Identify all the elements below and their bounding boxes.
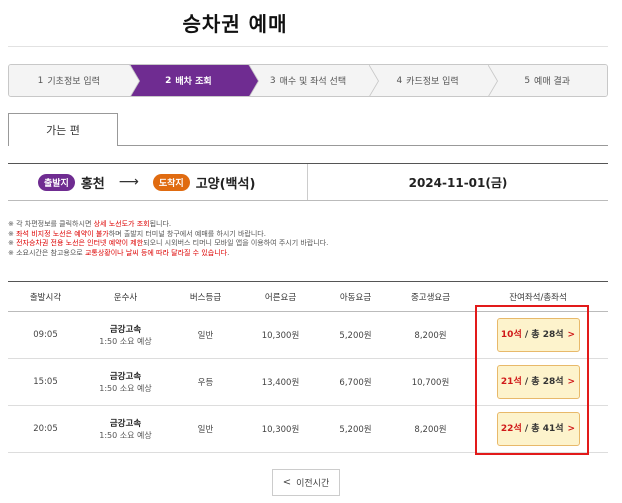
duration: 1:50 소요 예상 [99, 431, 152, 440]
step-3: 3 매수 및 좌석 선택 [248, 65, 379, 96]
tab-outbound[interactable]: 가는 편 [8, 113, 118, 146]
step-number: 3 [269, 75, 276, 86]
step-label: 배차 조회 [175, 77, 212, 87]
company-cell: 금강고속 1:50 소요 예상 [83, 358, 168, 406]
notice-text: 되오니 시외버스 티머니 모바일 앱을 이용하여 주시기 바랍니다. [143, 239, 329, 247]
notice-item: ※ 좌석 비지정 노선은 예약이 불가하며 출발지 터미널 창구에서 예매를 하… [8, 230, 608, 240]
notice-highlight: 좌석 비지정 노선은 예약이 불가 [16, 229, 109, 238]
notice-item: ※ 소요시간은 참고용으로 교통상황이나 날씨 등에 따라 달라질 수 있습니다… [8, 249, 608, 259]
departure-city: 홍천 [80, 176, 105, 192]
step-label: 카드정보 입력 [406, 77, 459, 87]
departure-badge: 출발지 [38, 173, 75, 191]
arrival-city: 고양(백석) [195, 176, 256, 192]
child-fare: 5,200원 [318, 405, 393, 453]
step-2: 2 배차 조회 [128, 65, 259, 96]
departure-time: 15:05 [8, 358, 83, 406]
student-fare: 8,200원 [393, 405, 468, 453]
notice-text: ※ [8, 239, 17, 247]
step-label: 매수 및 좌석 선택 [279, 77, 347, 87]
notice-item: ※ 전자승차권 전용 노선은 인터넷 예약이 제한되오니 시외버스 티머니 모바… [8, 239, 608, 249]
company-name: 금강고속 [109, 372, 142, 382]
header-adult-fare: 어른요금 [243, 281, 318, 312]
header-departure-time: 출발시각 [8, 281, 83, 312]
adult-fare: 13,400원 [243, 358, 318, 406]
header-child-fare: 아동요금 [318, 281, 393, 312]
step-1: 1 기초정보 입력 [9, 65, 140, 96]
step-number: 2 [165, 75, 172, 86]
previous-time-button[interactable]: < 이전시간 [272, 469, 340, 496]
previous-time-label: 이전시간 [296, 479, 330, 489]
notice-text: ※ 각 차편정보를 클릭하시면 [8, 220, 94, 228]
progress-stepper: 1 기초정보 입력 2 배차 조회 3 매수 및 좌석 선택 4 카드정보 입력 5 예매… [8, 64, 608, 97]
step-label: 예매 결과 [534, 77, 571, 87]
departure-date: 2024-11-01(금) [408, 175, 508, 190]
route-cities: 출발지 홍천 ⟶ 도착지 고양(백석) [8, 164, 308, 200]
notice-text: 됩니다. [149, 220, 172, 228]
company-name: 금강고속 [109, 325, 142, 335]
company-cell: 금강고속 1:50 소요 예상 [83, 405, 168, 453]
duration: 1:50 소요 예상 [99, 384, 152, 393]
child-fare: 5,200원 [318, 311, 393, 359]
seat-column-highlight [475, 305, 589, 455]
notice-highlight: 전자승차권 전용 노선은 인터넷 예약이 제한 [16, 239, 144, 247]
notice-text: ※ [8, 229, 17, 238]
bus-grade: 우등 [168, 358, 243, 406]
departure-time: 20:05 [8, 405, 83, 453]
notice-highlight: 상세 노선도가 조회 [93, 220, 150, 228]
bus-grade: 일반 [168, 311, 243, 359]
notice-highlight: 교통상황이나 날씨 등에 따라 달라질 수 있습니다 [84, 248, 228, 257]
notice-item: ※ 각 차편정보를 클릭하시면 상세 노선도가 조회됩니다. [8, 220, 608, 230]
step-number: 1 [37, 75, 44, 86]
page-title: 승차권 예매 [182, 12, 288, 36]
step-number: 5 [524, 75, 531, 86]
bus-grade: 일반 [168, 405, 243, 453]
notice-list: ※ 각 차편정보를 클릭하시면 상세 노선도가 조회됩니다. ※ 좌석 비지정 … [8, 220, 608, 258]
notice-text: 하며 출발지 터미널 창구에서 예매를 하시기 바랍니다. [108, 229, 266, 238]
route-summary: 출발지 홍천 ⟶ 도착지 고양(백석) 2024-11-01(금) [8, 163, 608, 201]
company-name: 금강고속 [109, 419, 142, 429]
header-student-fare: 중고생요금 [393, 281, 468, 312]
title-divider [8, 46, 608, 47]
child-fare: 6,700원 [318, 358, 393, 406]
chevron-left-icon: < [282, 477, 292, 488]
notice-text: . [227, 248, 230, 257]
arrow-right-icon: ⟶ [118, 174, 139, 190]
adult-fare: 10,300원 [243, 311, 318, 359]
step-5: 5 예매 결과 [487, 65, 607, 96]
student-fare: 10,700원 [393, 358, 468, 406]
arrival-badge: 도착지 [152, 173, 190, 191]
company-cell: 금강고속 1:50 소요 예상 [83, 311, 168, 359]
step-4: 4 카드정보 입력 [367, 65, 498, 96]
duration: 1:50 소요 예상 [99, 337, 152, 346]
departure-time: 09:05 [8, 311, 83, 359]
student-fare: 8,200원 [393, 311, 468, 359]
step-number: 4 [396, 75, 403, 86]
step-label: 기초정보 입력 [47, 77, 100, 87]
adult-fare: 10,300원 [243, 405, 318, 453]
header-company: 운수사 [83, 281, 168, 312]
notice-text: ※ 소요시간은 참고용으로 [8, 248, 85, 257]
header-bus-grade: 버스등급 [168, 281, 243, 312]
